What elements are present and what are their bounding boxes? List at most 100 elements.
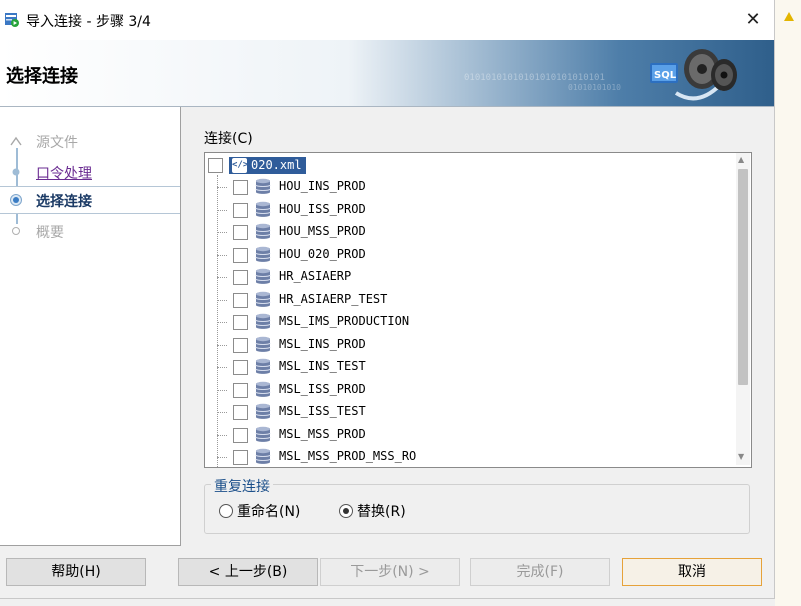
checkbox[interactable] bbox=[233, 315, 248, 330]
app-icon bbox=[5, 13, 19, 27]
checkbox[interactable] bbox=[233, 270, 248, 285]
next-button[interactable]: 下一步(N) > bbox=[320, 558, 460, 586]
connection-row[interactable]: HR_ASIAERP bbox=[205, 266, 735, 288]
connection-name[interactable]: MSL_ISS_PROD bbox=[279, 382, 366, 396]
warning-icon bbox=[784, 12, 794, 21]
help-button[interactable]: 帮助(H) bbox=[6, 558, 146, 586]
title-bar: 导入连接 - 步骤 3/4 ✕ bbox=[0, 0, 774, 40]
checkbox[interactable] bbox=[233, 405, 248, 420]
scroll-down-icon[interactable]: ▼ bbox=[738, 452, 744, 461]
page-title: 选择连接 bbox=[6, 66, 78, 87]
tree-guide-branch bbox=[217, 255, 227, 256]
step-marker-icon bbox=[12, 168, 20, 176]
step-password-handling[interactable]: 口令处理 bbox=[0, 159, 180, 185]
cancel-button[interactable]: 取消 bbox=[622, 558, 762, 586]
svg-text:SQL: SQL bbox=[654, 70, 677, 81]
replace-radio[interactable] bbox=[339, 504, 353, 518]
finish-button[interactable]: 完成(F) bbox=[470, 558, 610, 586]
window-title: 导入连接 - 步骤 3/4 bbox=[26, 14, 151, 30]
tree-guide-branch bbox=[217, 322, 227, 323]
connection-name[interactable]: HOU_ISS_PROD bbox=[279, 202, 366, 216]
connection-name[interactable]: MSL_MSS_PROD bbox=[279, 427, 366, 441]
checkbox[interactable] bbox=[208, 158, 223, 173]
database-icon bbox=[255, 223, 271, 239]
connection-row[interactable]: HOU_ISS_PROD bbox=[205, 199, 735, 221]
connection-name[interactable]: HOU_MSS_PROD bbox=[279, 224, 366, 238]
tree-guide-branch bbox=[217, 390, 227, 391]
banner-binary-decoration: 01010101010101010101010101 bbox=[464, 73, 605, 83]
scroll-up-icon[interactable]: ▲ bbox=[738, 155, 744, 164]
scrollbar-thumb[interactable] bbox=[738, 169, 748, 385]
step-pending-icon bbox=[12, 227, 20, 235]
close-button[interactable]: ✕ bbox=[738, 6, 768, 34]
connection-name[interactable]: MSL_INS_PROD bbox=[279, 337, 366, 351]
connection-row[interactable]: MSL_MSS_PROD bbox=[205, 424, 735, 446]
tree-root-row[interactable]: </> 020.xml bbox=[205, 154, 735, 176]
step-summary: 概要 bbox=[0, 218, 180, 244]
tree-guide-branch bbox=[217, 187, 227, 188]
checkbox[interactable] bbox=[233, 338, 248, 353]
connections-label: 连接(C) bbox=[204, 131, 253, 147]
connection-name[interactable]: MSL_IMS_PRODUCTION bbox=[279, 314, 409, 328]
checkbox[interactable] bbox=[233, 428, 248, 443]
connection-row[interactable]: HOU_INS_PROD bbox=[205, 176, 735, 198]
checkbox[interactable] bbox=[233, 180, 248, 195]
root-file-label[interactable]: </> 020.xml bbox=[229, 157, 306, 174]
connection-name[interactable]: HR_ASIAERP_TEST bbox=[279, 292, 387, 306]
tree-guide-branch bbox=[217, 210, 227, 211]
connection-row[interactable]: MSL_IMS_PRODUCTION bbox=[205, 311, 735, 333]
tree-guide-branch bbox=[217, 232, 227, 233]
banner-binary-decoration-2: 01010101010 bbox=[568, 83, 621, 92]
tree-guide-branch bbox=[217, 367, 227, 368]
database-icon bbox=[255, 448, 271, 464]
database-icon bbox=[255, 336, 271, 352]
rename-radio[interactable] bbox=[219, 504, 233, 518]
step-label: 源文件 bbox=[36, 135, 78, 151]
checkbox[interactable] bbox=[233, 225, 248, 240]
database-icon bbox=[255, 381, 271, 397]
tree-guide-branch bbox=[217, 345, 227, 346]
background-window-strip bbox=[775, 0, 801, 606]
rename-label[interactable]: 重命名(N) bbox=[237, 501, 300, 521]
replace-label[interactable]: 替换(R) bbox=[357, 501, 406, 521]
step-current-icon bbox=[10, 194, 22, 206]
database-icon bbox=[255, 201, 271, 217]
step-done-icon bbox=[10, 136, 22, 146]
header-banner: 选择连接 01010101010101010101010101 01010101… bbox=[0, 40, 774, 107]
checkbox[interactable] bbox=[233, 360, 248, 375]
connection-name[interactable]: HOU_020_PROD bbox=[279, 247, 366, 261]
import-connections-dialog: 导入连接 - 步骤 3/4 ✕ 选择连接 0101010101010101010… bbox=[0, 0, 775, 599]
connections-tree[interactable]: </> 020.xml HOU_INS_PROD HOU_ISS_PROD HOU_… bbox=[204, 152, 752, 468]
checkbox[interactable] bbox=[233, 203, 248, 218]
connection-row[interactable]: HOU_020_PROD bbox=[205, 244, 735, 266]
close-icon: ✕ bbox=[745, 9, 761, 30]
connection-name[interactable]: MSL_INS_TEST bbox=[279, 359, 366, 373]
connection-row[interactable]: HR_ASIAERP_TEST bbox=[205, 289, 735, 311]
checkbox[interactable] bbox=[233, 383, 248, 398]
database-icon bbox=[255, 291, 271, 307]
step-select-connections: 选择连接 bbox=[0, 186, 180, 214]
connection-name[interactable]: HR_ASIAERP bbox=[279, 269, 351, 283]
connection-row[interactable]: MSL_INS_PROD bbox=[205, 334, 735, 356]
connection-row[interactable]: MSL_ISS_PROD bbox=[205, 379, 735, 401]
connection-row[interactable]: MSL_INS_TEST bbox=[205, 356, 735, 378]
database-icon bbox=[255, 358, 271, 374]
connection-name[interactable]: MSL_MSS_PROD_MSS_RO bbox=[279, 449, 416, 463]
connection-name[interactable]: HOU_INS_PROD bbox=[279, 179, 366, 193]
duplicate-connections-title: 重复连接 bbox=[211, 476, 273, 496]
checkbox[interactable] bbox=[233, 248, 248, 263]
tree-guide-branch bbox=[217, 412, 227, 413]
connection-name[interactable]: MSL_ISS_TEST bbox=[279, 404, 366, 418]
database-icon bbox=[255, 178, 271, 194]
checkbox[interactable] bbox=[233, 450, 248, 465]
database-icon bbox=[255, 313, 271, 329]
connection-row[interactable]: MSL_MSS_PROD_MSS_RO bbox=[205, 446, 735, 467]
connection-row[interactable]: MSL_ISS_TEST bbox=[205, 401, 735, 423]
tree-guide-branch bbox=[217, 300, 227, 301]
checkbox[interactable] bbox=[233, 293, 248, 308]
database-icon bbox=[255, 246, 271, 262]
back-button[interactable]: < 上一步(B) bbox=[178, 558, 318, 586]
step-label[interactable]: 口令处理 bbox=[36, 163, 92, 183]
connection-row[interactable]: HOU_MSS_PROD bbox=[205, 221, 735, 243]
sql-database-icon: SQL bbox=[650, 49, 737, 101]
